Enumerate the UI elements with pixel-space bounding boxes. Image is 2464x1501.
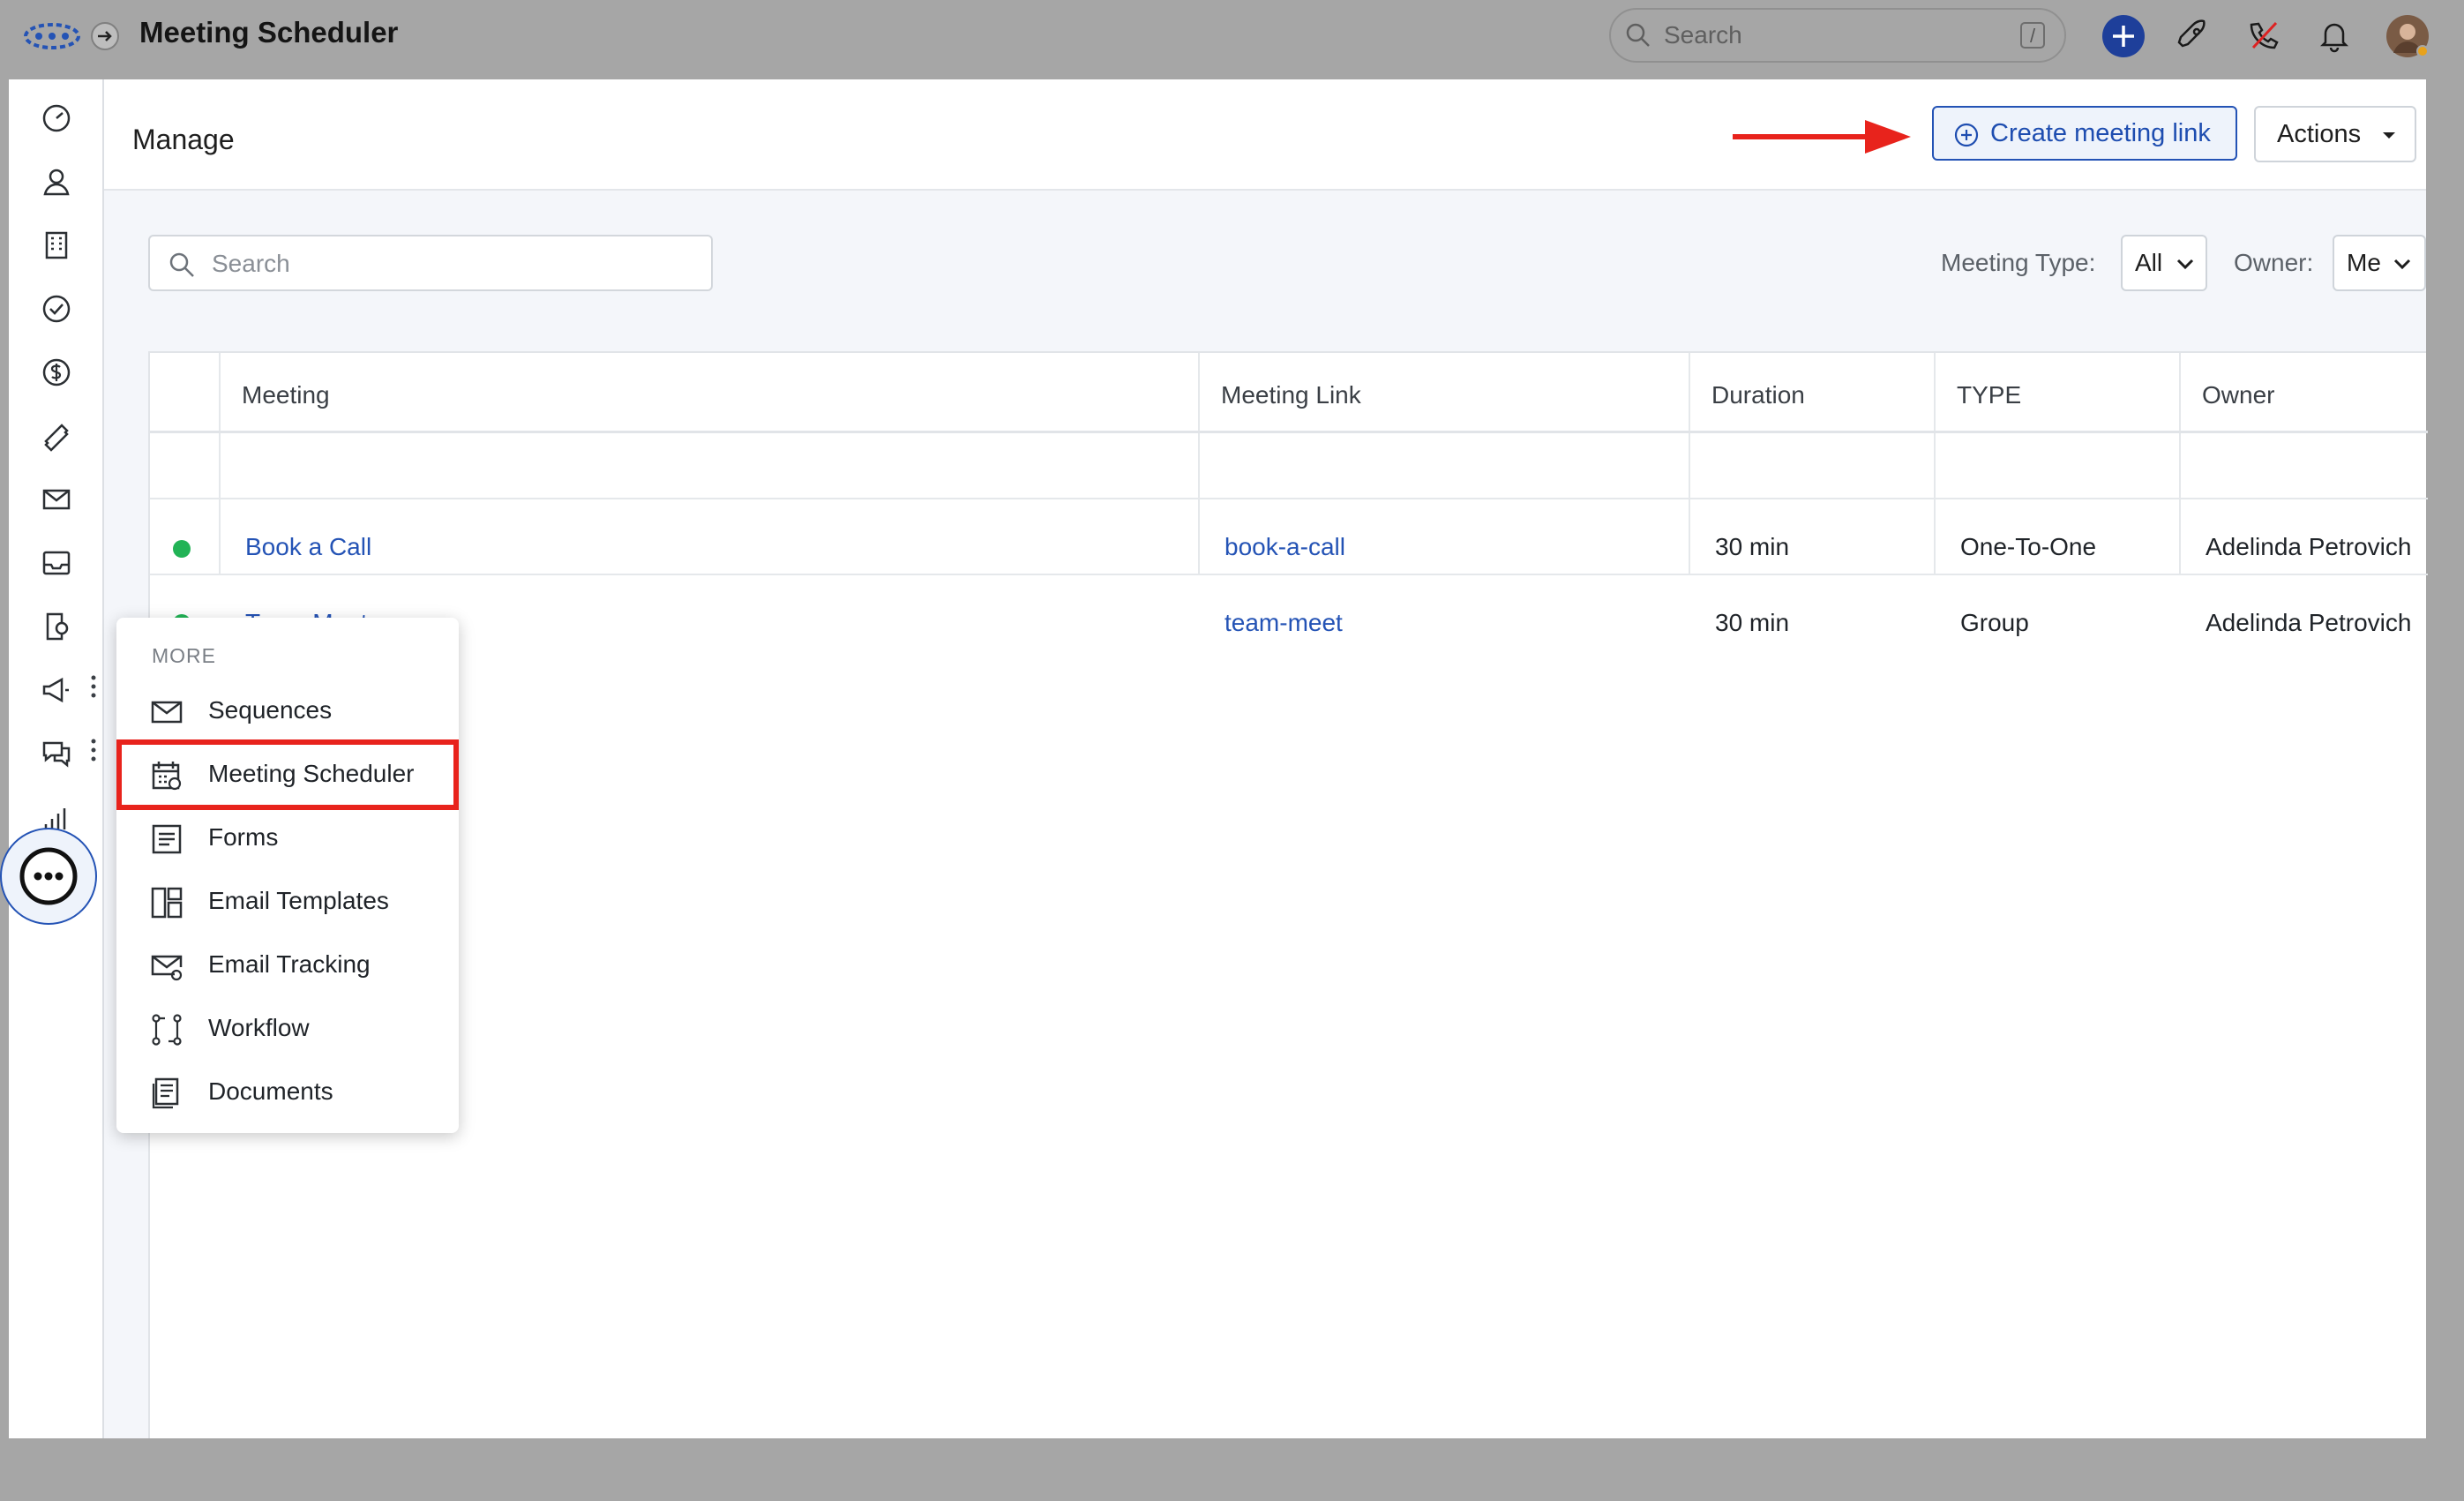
chat-icon[interactable] — [32, 729, 81, 778]
column-header-meeting-link[interactable]: Meeting Link — [1221, 381, 1361, 409]
more-menu-item-email-templates[interactable]: Email Templates — [116, 870, 459, 934]
caret-down-icon — [2381, 131, 2397, 141]
chat-more-icon[interactable] — [86, 732, 101, 768]
owner-label: Owner: — [2234, 249, 2314, 276]
type-cell: Group — [1960, 609, 2029, 636]
meeting-type-select[interactable]: All — [2121, 235, 2207, 291]
search-icon — [168, 251, 196, 279]
top-bar: Meeting Scheduler Search / — [0, 0, 2464, 79]
more-menu-item-documents[interactable]: Documents — [116, 1061, 459, 1124]
annotation-arrow-icon — [1733, 116, 1918, 157]
search-shortcut-badge: / — [2020, 22, 2045, 49]
owner-cell: Adelinda Petrovich — [2206, 533, 2412, 560]
page-title: Manage — [132, 124, 235, 155]
app-logo-icon[interactable] — [23, 21, 81, 51]
owner-select[interactable]: Me — [2333, 235, 2426, 291]
left-navigation-rail — [9, 79, 104, 1472]
campaigns-icon[interactable] — [32, 665, 81, 715]
user-avatar[interactable] — [2385, 14, 2430, 58]
companies-icon[interactable] — [32, 221, 81, 270]
plus-circle-icon — [1953, 122, 1980, 148]
meeting-search-placeholder: Search — [212, 250, 290, 277]
chevron-down-icon — [2393, 258, 2412, 270]
phone-off-icon[interactable] — [2246, 18, 2281, 53]
annotation-highlight-box — [116, 739, 459, 810]
more-menu-item-forms[interactable]: Forms — [116, 807, 459, 870]
template-icon — [150, 886, 183, 919]
actions-label: Actions — [2277, 120, 2362, 148]
search-icon — [1625, 22, 1651, 49]
expand-sidebar-icon[interactable] — [90, 21, 120, 51]
bottom-bar — [0, 1438, 2464, 1501]
workflow-icon — [150, 1013, 183, 1047]
more-menu-item-sequences[interactable]: Sequences — [116, 679, 459, 743]
owner-cell: Adelinda Petrovich — [2206, 609, 2412, 636]
tasks-icon[interactable] — [32, 284, 81, 334]
more-menu-item-label: Email Templates — [208, 887, 389, 914]
global-search-placeholder: Search — [1664, 21, 1742, 49]
chevron-down-icon — [2176, 258, 2195, 270]
reports-icon[interactable] — [32, 602, 81, 651]
campaigns-more-icon[interactable] — [86, 669, 101, 704]
meeting-link[interactable]: book-a-call — [1225, 533, 1345, 561]
meeting-type-value: All — [2135, 249, 2163, 276]
create-meeting-link-button[interactable]: Create meeting link — [1932, 106, 2237, 161]
form-icon — [150, 822, 183, 856]
global-search-input[interactable]: Search / — [1609, 8, 2066, 63]
app-title: Meeting Scheduler — [139, 16, 399, 49]
contacts-icon[interactable] — [32, 157, 81, 206]
tickets-icon[interactable] — [32, 411, 81, 461]
meeting-type-label: Meeting Type: — [1941, 249, 2096, 276]
column-header-duration[interactable]: Duration — [1711, 381, 1805, 409]
meeting-name-link[interactable]: Book a Call — [245, 533, 371, 561]
document-icon — [150, 1077, 183, 1110]
status-active-dot — [173, 540, 191, 558]
meeting-link[interactable]: team-meet — [1225, 609, 1343, 637]
mail-icon[interactable] — [32, 475, 81, 524]
column-header-owner[interactable]: Owner — [2202, 381, 2274, 409]
column-header-meeting[interactable]: Meeting — [242, 381, 330, 409]
email-tracking-icon — [150, 949, 183, 983]
more-apps-button[interactable] — [0, 828, 97, 925]
meeting-search-input[interactable]: Search — [148, 235, 713, 291]
deals-icon[interactable] — [32, 348, 81, 397]
inbox-icon[interactable] — [32, 538, 81, 588]
page-header: Manage Create meeting link Actions — [104, 79, 2426, 191]
column-header-type[interactable]: TYPE — [1957, 381, 2021, 409]
owner-value: Me — [2347, 249, 2381, 276]
more-menu-item-email-tracking[interactable]: Email Tracking — [116, 934, 459, 997]
more-menu: MORE Sequences Meeting Scheduler Forms E… — [116, 618, 459, 1133]
more-menu-title: MORE — [152, 644, 216, 667]
dashboard-icon[interactable] — [32, 94, 81, 143]
duration-cell: 30 min — [1715, 609, 1790, 636]
type-cell: One-To-One — [1960, 533, 2097, 560]
more-menu-item-label: Documents — [208, 1077, 333, 1105]
rocket-icon[interactable] — [2176, 18, 2211, 53]
more-menu-item-label: Sequences — [208, 696, 333, 724]
more-menu-item-label: Workflow — [208, 1014, 310, 1041]
meetings-table: Meeting Meeting Link Duration TYPE Owner… — [148, 351, 2428, 1438]
notification-bell-icon[interactable] — [2317, 18, 2352, 53]
more-menu-item-label: Forms — [208, 823, 279, 851]
add-icon[interactable] — [2101, 14, 2146, 58]
more-menu-item-workflow[interactable]: Workflow — [116, 997, 459, 1061]
mail-icon — [150, 695, 183, 729]
actions-dropdown-button[interactable]: Actions — [2254, 106, 2416, 162]
create-meeting-link-label: Create meeting link — [1990, 119, 2211, 147]
duration-cell: 30 min — [1715, 533, 1790, 560]
more-menu-item-label: Email Tracking — [208, 950, 371, 978]
